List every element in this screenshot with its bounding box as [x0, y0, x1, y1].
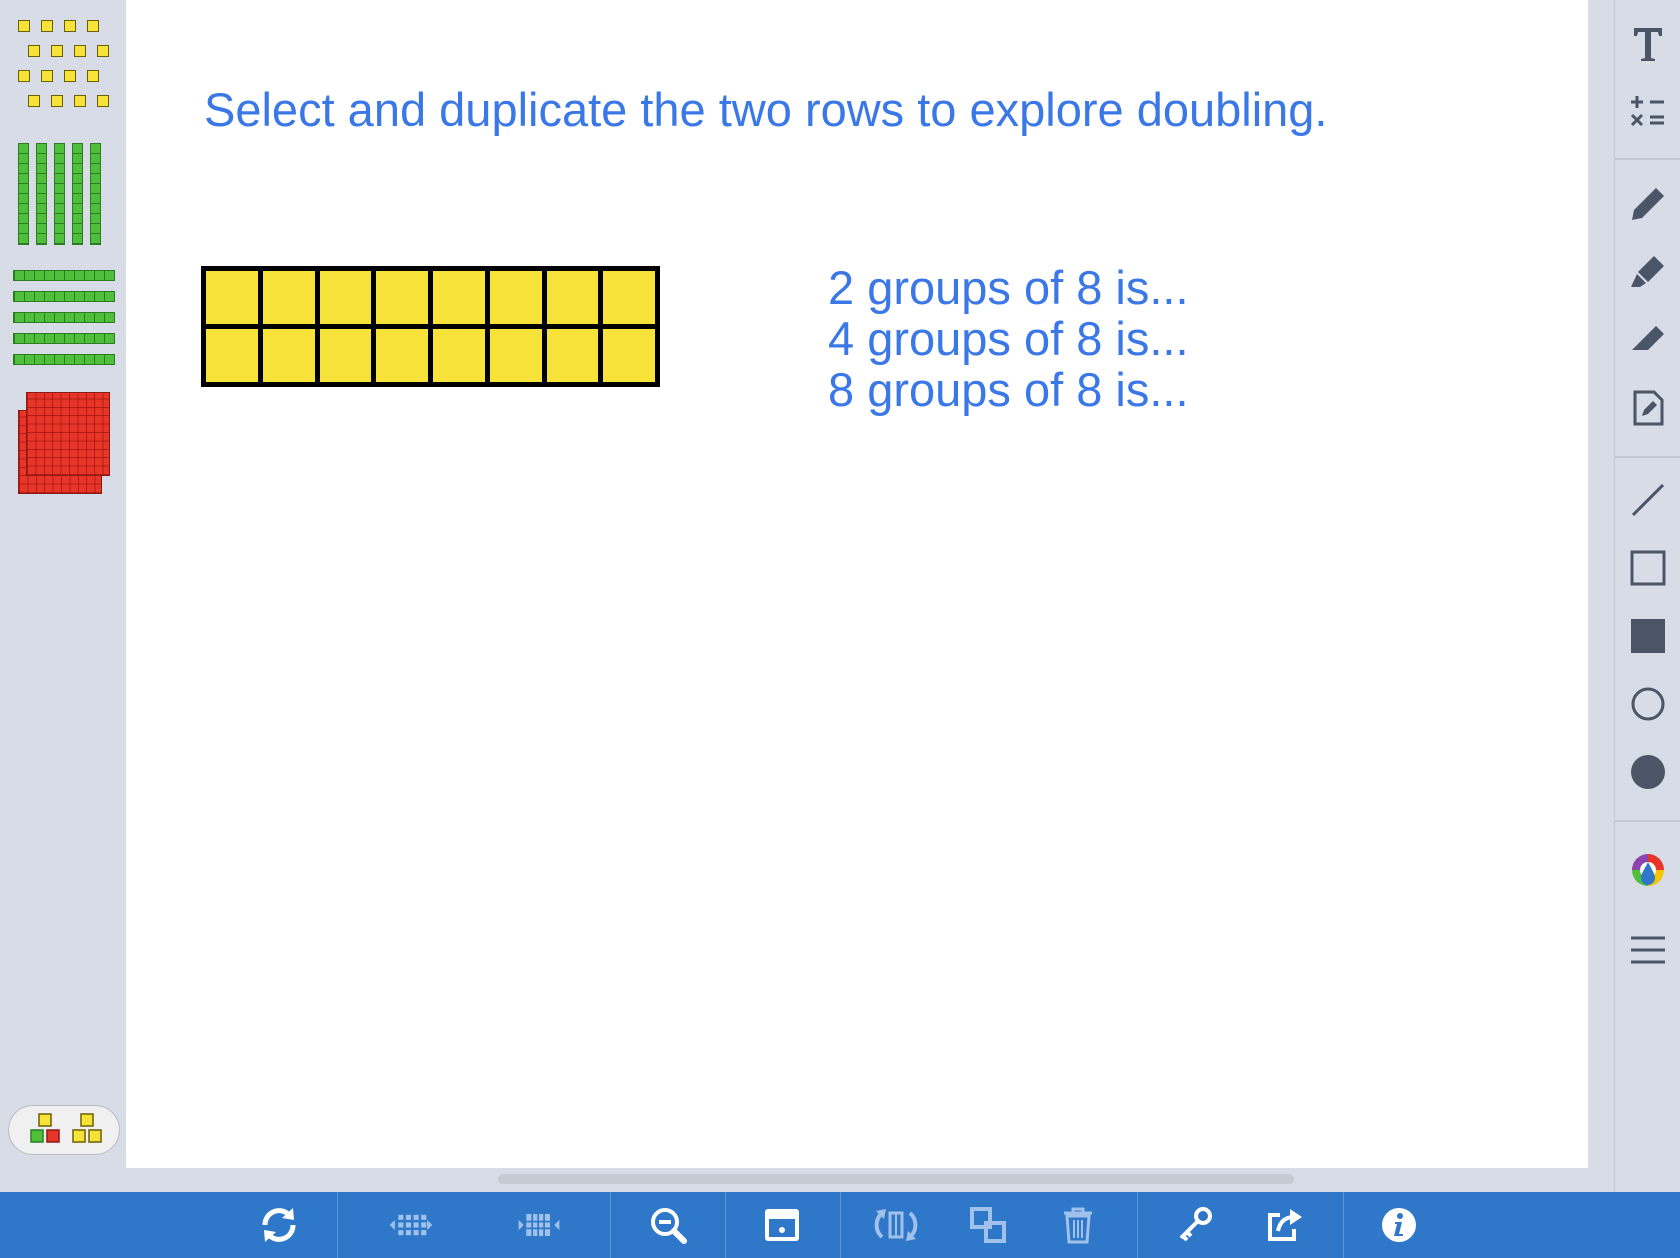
groups-line: 8 groups of 8 is... — [828, 363, 1189, 416]
circle-outline-icon — [1631, 687, 1665, 721]
screen-icon — [765, 1209, 799, 1241]
note-icon — [1633, 390, 1664, 426]
trash-icon — [1064, 1207, 1092, 1244]
tile[interactable] — [376, 271, 428, 324]
color-picker-button[interactable] — [1615, 844, 1680, 900]
tile[interactable] — [262, 271, 315, 324]
grid-shrink-button[interactable] — [383, 1197, 439, 1253]
expression-icon — [1630, 96, 1664, 127]
share-icon — [1268, 1209, 1302, 1241]
rectangle-outline-tool-button[interactable] — [1615, 540, 1680, 596]
grid-expand-icon — [518, 1213, 560, 1237]
circle-filled-icon — [1631, 755, 1665, 789]
color-picker-icon — [1632, 854, 1664, 886]
pencil-tool-button[interactable] — [1615, 176, 1680, 232]
line-tool-button[interactable] — [1615, 472, 1680, 528]
rectangle-filled-icon — [1631, 619, 1665, 653]
tile[interactable] — [262, 329, 315, 382]
rectangle-outline-icon — [1630, 550, 1666, 586]
tile[interactable] — [603, 271, 655, 324]
highlighter-tool-button[interactable] — [1615, 244, 1680, 300]
zoom-out-button[interactable] — [640, 1197, 696, 1253]
groups-line: 4 groups of 8 is... — [828, 312, 1189, 365]
instruction-text: Select and duplicate the two rows to exp… — [204, 83, 1328, 136]
refresh-icon — [262, 1208, 296, 1242]
line-icon — [1631, 483, 1665, 517]
tile[interactable] — [433, 271, 485, 324]
tile[interactable] — [489, 329, 542, 382]
groups-line: 2 groups of 8 is... — [828, 261, 1189, 314]
menu-button[interactable] — [1615, 922, 1680, 978]
text-icon — [1634, 28, 1662, 61]
unit-cubes[interactable] — [18, 20, 114, 120]
flip-button[interactable] — [868, 1197, 924, 1253]
rectangle-filled-tool-button[interactable] — [1615, 608, 1680, 664]
tile[interactable] — [433, 329, 485, 382]
circle-filled-tool-button[interactable] — [1615, 744, 1680, 800]
tile[interactable] — [206, 329, 258, 382]
bottom-toolbar — [0, 1192, 1680, 1258]
horizontal-rods[interactable] — [13, 270, 115, 365]
note-tool-button[interactable] — [1615, 380, 1680, 436]
trash-button[interactable] — [1050, 1197, 1106, 1253]
horizontal-scrollbar[interactable] — [498, 1174, 1294, 1184]
duplicate-icon — [970, 1207, 1006, 1243]
share-button[interactable] — [1256, 1197, 1312, 1253]
yellow-tile-array[interactable] — [201, 266, 660, 387]
text-tool-button[interactable] — [1615, 16, 1680, 72]
zoom-out-icon — [651, 1208, 687, 1244]
block-mode-toggle[interactable] — [8, 1105, 120, 1155]
block-palette — [0, 0, 126, 1192]
eraser-tool-button[interactable] — [1615, 312, 1680, 368]
tile[interactable] — [206, 271, 258, 324]
tile[interactable] — [603, 329, 655, 382]
pencil-icon — [1632, 188, 1664, 220]
grid-shrink-icon — [389, 1214, 433, 1236]
circle-outline-tool-button[interactable] — [1615, 676, 1680, 732]
vertical-rods[interactable] — [18, 143, 101, 245]
eraser-icon — [1632, 326, 1664, 350]
grid-expand-button[interactable] — [511, 1197, 567, 1253]
screen-button[interactable] — [754, 1197, 810, 1253]
expression-tool-button[interactable] — [1615, 84, 1680, 140]
refresh-button[interactable] — [251, 1197, 307, 1253]
tile[interactable] — [489, 271, 542, 324]
tile[interactable] — [546, 271, 599, 324]
tile[interactable] — [376, 329, 428, 382]
menu-icon — [1631, 936, 1665, 964]
highlighter-icon — [1631, 256, 1664, 287]
flip-icon — [874, 1209, 918, 1241]
hundred-flats[interactable] — [18, 392, 112, 494]
groups-prompt: 2 groups of 8 is... 4 groups of 8 is... … — [828, 262, 1189, 415]
info-button[interactable] — [1371, 1197, 1427, 1253]
key-icon — [1179, 1207, 1212, 1242]
tile[interactable] — [319, 271, 372, 324]
drawing-toolbar — [1614, 0, 1680, 1192]
tile[interactable] — [319, 329, 372, 382]
key-button[interactable] — [1167, 1197, 1223, 1253]
tile[interactable] — [546, 329, 599, 382]
block-mode-icon — [30, 1113, 102, 1143]
workspace-canvas[interactable]: Select and duplicate the two rows to exp… — [126, 0, 1588, 1184]
info-icon — [1382, 1208, 1416, 1242]
duplicate-button[interactable] — [960, 1197, 1016, 1253]
